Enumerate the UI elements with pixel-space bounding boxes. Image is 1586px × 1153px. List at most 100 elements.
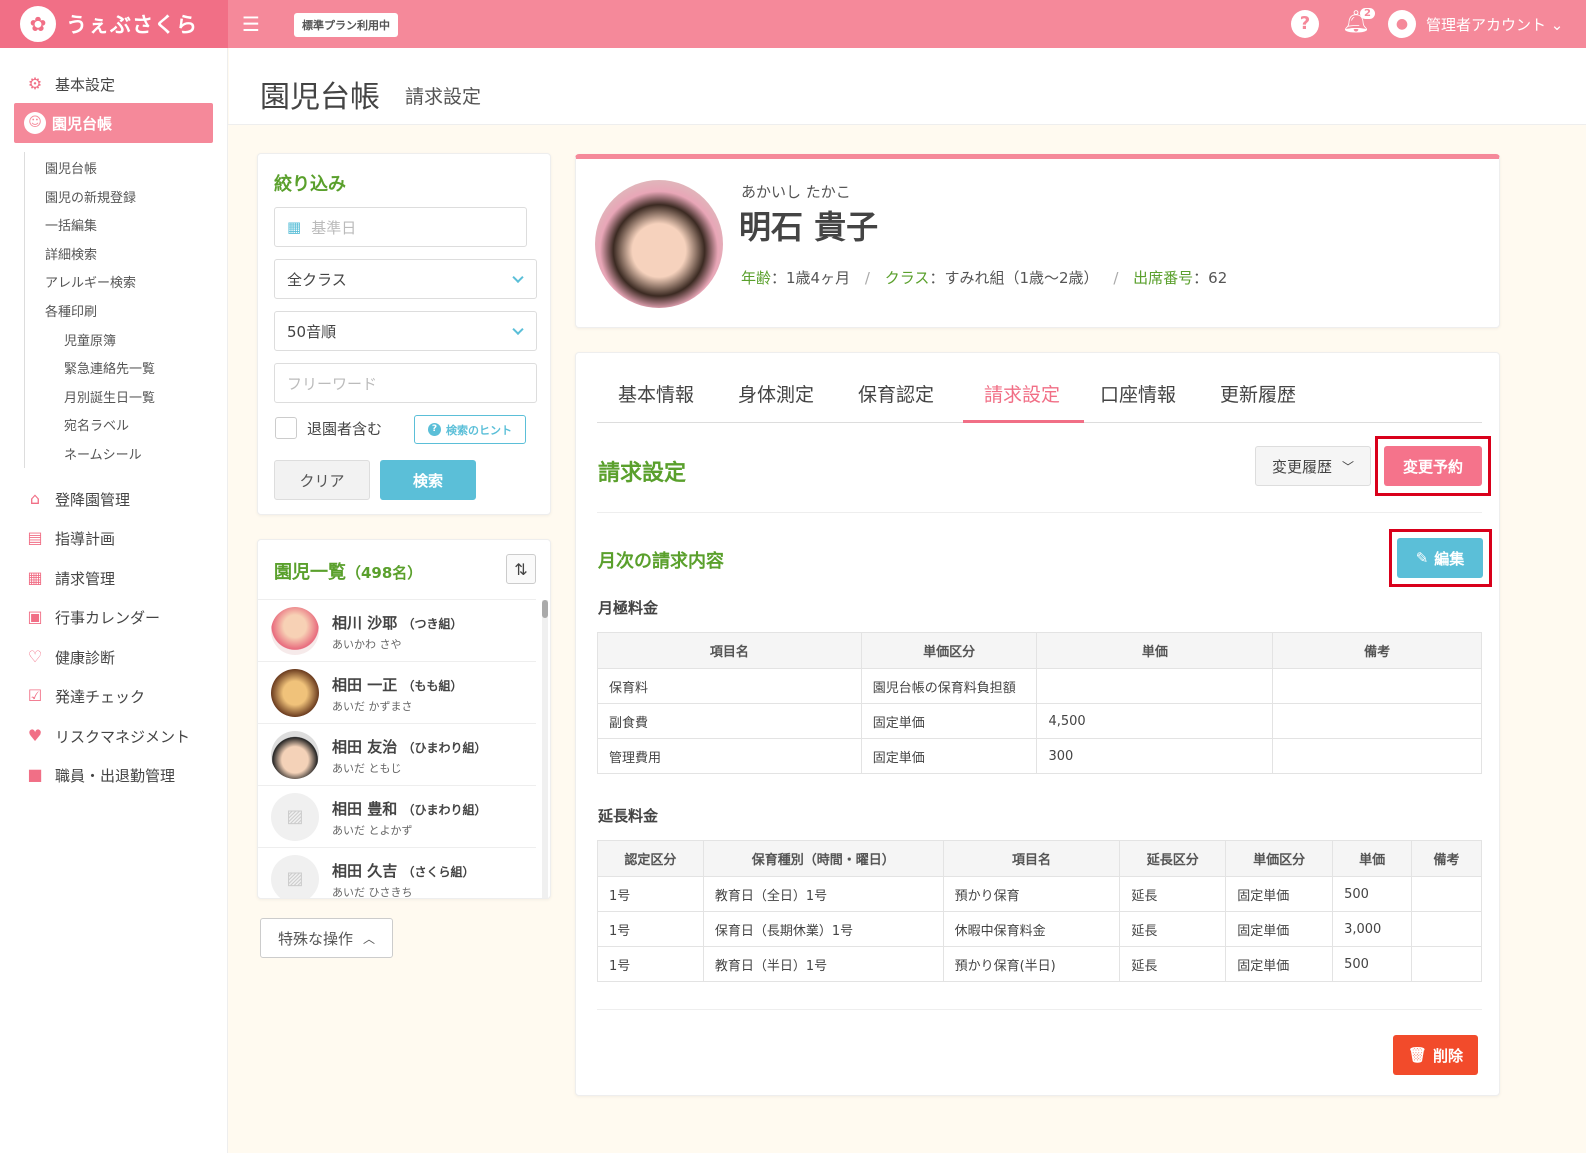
submenu-birthdays[interactable]: 月別誕生日一覧 xyxy=(64,387,155,406)
table-row: 管理費用 固定単価 300 xyxy=(597,738,1482,774)
retired-label: 退園者含む xyxy=(307,420,383,438)
submenu-emergency-contacts[interactable]: 緊急連絡先一覧 xyxy=(64,358,155,377)
list-scrollbar[interactable] xyxy=(542,600,548,898)
table-row: 1号 教育日（半日）1号 預かり保育(半日) 延長 固定単価 500 xyxy=(597,946,1482,982)
chevron-down-icon xyxy=(512,323,524,336)
tab-update-history[interactable]: 更新履歴 xyxy=(1220,380,1296,407)
divider xyxy=(228,124,1586,125)
keyword-input[interactable]: フリーワード xyxy=(274,363,537,403)
image-placeholder-icon: ▨ xyxy=(271,855,319,898)
tab-account-info[interactable]: 口座情報 xyxy=(1100,380,1176,407)
top-header: ✿ うぇぶさくら ☰ 標準プラン利用中 ? 🔔︎ 2 ● 管理者アカウント ⌄ xyxy=(0,0,1586,48)
submenu-line xyxy=(24,152,25,468)
submenu-printing[interactable]: 各種印刷 xyxy=(45,301,97,320)
special-operations-button[interactable]: 特殊な操作 ︿ xyxy=(260,918,393,958)
table-header-row: 認定区分 保育種別（時間・曜日） 項目名 延長区分 単価区分 単価 備考 xyxy=(597,840,1482,877)
attendance-label: 出席番号 xyxy=(1133,269,1194,287)
table-row: 1号 教育日（全日）1号 預かり保育 延長 固定単価 500 xyxy=(597,876,1482,912)
delete-button[interactable]: 🗑︎ 削除 xyxy=(1393,1035,1478,1075)
table-header-row: 項目名 単価区分 単価 備考 xyxy=(597,632,1482,669)
sidebar-item-attendance[interactable]: ⌂ 登降園管理 xyxy=(25,484,130,514)
menu-toggle-icon[interactable]: ☰ xyxy=(242,12,264,36)
child-list-item[interactable]: ▨ 相田 久吉 （さくら組） あいだ ひさきち xyxy=(257,848,536,898)
checklist-icon: ☑ xyxy=(27,686,43,705)
sidebar-item-health[interactable]: ♡ 健康診断 xyxy=(25,642,115,672)
sidebar-item-basic[interactable]: ⚙ 基本設定 xyxy=(25,69,115,99)
stethoscope-icon: ♡ xyxy=(27,647,43,666)
user-avatar-icon[interactable]: ● xyxy=(1388,10,1416,38)
sidebar xyxy=(0,48,228,1153)
monthly-billing-title: 月次の請求内容 xyxy=(598,551,724,572)
filter-title: 絞り込み xyxy=(274,174,346,195)
sort-toggle-button[interactable]: ⇅ xyxy=(506,554,536,584)
profile-kana: あかいし たかこ xyxy=(741,183,851,201)
pencil-icon: ✎ xyxy=(1415,549,1429,567)
sidebar-item-calendar[interactable]: ▣ 行事カレンダー xyxy=(25,602,160,632)
calculator-icon: ▦ xyxy=(27,568,43,587)
order-select[interactable]: 50音順 xyxy=(274,311,537,351)
account-name: 管理者アカウント xyxy=(1426,16,1547,34)
class-select[interactable]: 全クラス xyxy=(274,259,537,299)
child-list-item[interactable]: ▨ 相田 豊和 （ひまわり組） あいだ とよかず xyxy=(257,786,536,848)
app-logo[interactable]: ✿ うぇぶさくら xyxy=(0,0,228,48)
tab-childcare-certification[interactable]: 保育認定 xyxy=(858,380,934,407)
trash-icon: 🗑︎ xyxy=(1407,1046,1428,1064)
help-icon[interactable]: ? xyxy=(1291,10,1319,38)
clear-button[interactable]: クリア xyxy=(274,460,370,500)
plan-badge: 標準プラン利用中 xyxy=(294,13,398,37)
billing-section-title: 請求設定 xyxy=(598,461,687,486)
change-history-button[interactable]: 変更履歴 ﹀ xyxy=(1255,446,1371,486)
calendar-icon: ▦ xyxy=(287,218,302,236)
sidebar-item-guidance-plan[interactable]: ▤ 指導計画 xyxy=(25,523,115,553)
search-hint-button[interactable]: ? 検索のヒント xyxy=(414,415,526,444)
profile-photo xyxy=(595,180,723,308)
chevron-down-icon: ﹀ xyxy=(1342,459,1355,474)
avatar xyxy=(271,669,319,717)
submenu-allergy-search[interactable]: アレルギー検索 xyxy=(45,272,136,291)
sidebar-item-risk[interactable]: ♥ リスクマネジメント xyxy=(25,721,190,751)
divider xyxy=(597,512,1482,513)
profile-meta: 年齢：1歳4ヶ月 / クラス：すみれ組（1歳〜2歳） / 出席番号：62 xyxy=(741,269,1228,287)
sidebar-item-billing[interactable]: ▦ 請求管理 xyxy=(25,563,115,593)
sidebar-item-children[interactable]: ☺ 園児台帳 xyxy=(14,103,213,143)
active-tab-indicator xyxy=(963,420,1084,423)
heart-hands-icon: ♥ xyxy=(27,726,43,745)
gear-icon: ⚙ xyxy=(27,74,43,93)
avatar xyxy=(271,731,319,779)
submenu-child-register[interactable]: 児童原簿 xyxy=(64,330,116,349)
submenu-new-registration[interactable]: 園児の新規登録 xyxy=(45,187,136,206)
question-icon: ? xyxy=(428,423,441,436)
table-row: 副食費 固定単価 4,500 xyxy=(597,703,1482,739)
account-menu[interactable]: 管理者アカウント ⌄ xyxy=(1426,14,1563,35)
image-placeholder-icon: ▨ xyxy=(271,793,319,841)
scroll-thumb[interactable] xyxy=(542,600,548,618)
retired-checkbox[interactable] xyxy=(275,417,297,439)
submenu-address-labels[interactable]: 宛名ラベル xyxy=(64,415,129,434)
change-reservation-button[interactable]: 変更予約 xyxy=(1384,446,1482,486)
monthly-fee-table: 項目名 単価区分 単価 備考 保育料 園児台帳の保育料負担額 副食費 固定単価 4,5… xyxy=(597,632,1482,774)
tab-basic-info[interactable]: 基本情報 xyxy=(618,380,694,407)
child-list-item[interactable]: 相田 友治 （ひまわり組） あいだ ともじ xyxy=(257,724,536,786)
age-value: ：1歳4ヶ月 xyxy=(771,269,851,287)
search-button[interactable]: 検索 xyxy=(380,460,476,500)
child-list-item[interactable]: 相川 沙耶 （つき組） あいかわ さや xyxy=(257,600,536,662)
edit-button[interactable]: ✎ 編集 xyxy=(1397,538,1483,578)
sidebar-item-staff[interactable]: ■ 職員・出退勤管理 xyxy=(25,760,175,790)
submenu-detail-search[interactable]: 詳細検索 xyxy=(45,244,97,263)
avatar xyxy=(271,607,319,655)
submenu-children[interactable]: 園児台帳 xyxy=(45,158,97,177)
child-list-item[interactable]: 相田 一正 （もも組） あいだ かずまさ xyxy=(257,662,536,724)
notification-badge: 2 xyxy=(1360,8,1375,19)
submenu-bulk-edit[interactable]: 一括編集 xyxy=(45,215,97,234)
date-input[interactable]: ▦ 基準日 xyxy=(274,207,527,247)
tab-body-measurement[interactable]: 身体測定 xyxy=(738,380,814,407)
child-face-icon: ☺ xyxy=(24,112,46,134)
attendance-value: ：62 xyxy=(1193,269,1228,287)
sidebar-item-development[interactable]: ☑ 発達チェック xyxy=(25,681,145,711)
profile-name: 明石 貴子 xyxy=(739,208,879,246)
divider xyxy=(597,1009,1482,1010)
notebook-icon: ▤ xyxy=(27,528,43,547)
submenu-name-seals[interactable]: ネームシール xyxy=(64,444,142,463)
tab-billing-settings[interactable]: 請求設定 xyxy=(984,380,1060,407)
extension-fee-table: 認定区分 保育種別（時間・曜日） 項目名 延長区分 単価区分 単価 備考 1号教… xyxy=(597,840,1482,982)
